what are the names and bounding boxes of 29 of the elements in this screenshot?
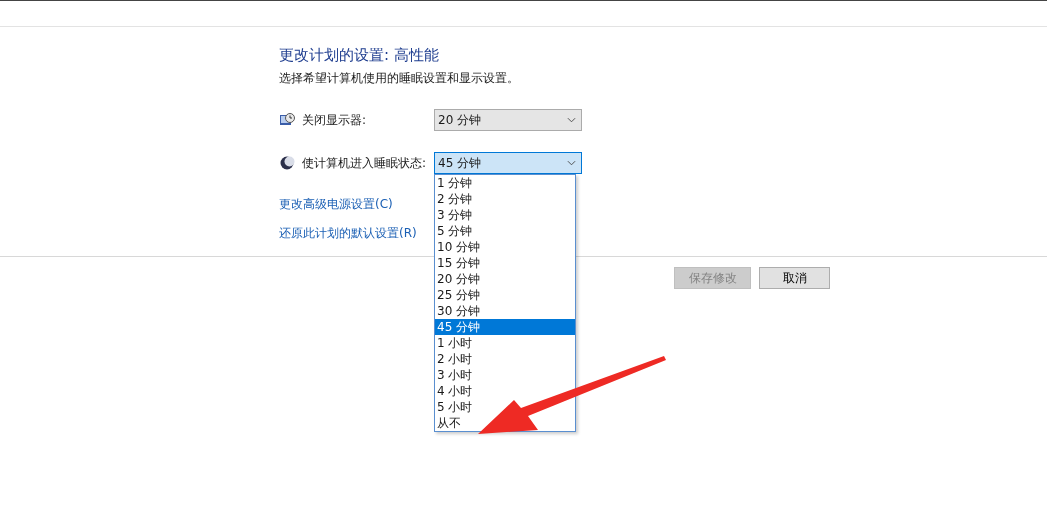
dropdown-option[interactable]: 5 分钟: [435, 223, 475, 239]
dropdown-option[interactable]: 10 分钟: [435, 239, 483, 255]
setting-label: 关闭显示器:: [302, 111, 368, 129]
settings-link[interactable]: 还原此计划的默认设置(R): [279, 225, 417, 241]
dropdown-option[interactable]: 3 分钟: [435, 207, 475, 223]
description-text: 选择希望计算机使用的睡眠设置和显示设置。: [279, 70, 520, 86]
monitor-clock-icon: [279, 112, 295, 128]
dropdown-option[interactable]: 从不: [435, 415, 463, 431]
dropdown-option[interactable]: 2 分钟: [435, 191, 475, 207]
setting-label: 使计算机进入睡眠状态:: [302, 154, 428, 172]
dropdown-option[interactable]: 2 小时: [435, 351, 475, 367]
chevron-down-icon: [567, 117, 576, 123]
dropdown-option[interactable]: 5 小时: [435, 399, 475, 415]
dialog-button[interactable]: 取消: [759, 267, 830, 289]
dropdown-option[interactable]: 30 分钟: [435, 303, 483, 319]
dropdown-option[interactable]: 1 分钟: [435, 175, 475, 191]
page-heading: 更改计划的设置: 高性能: [279, 45, 440, 65]
moon-icon: [279, 155, 295, 171]
dropdown-field[interactable]: 45 分钟: [434, 152, 582, 174]
dropdown-option[interactable]: 45 分钟: [435, 319, 575, 335]
dropdown-field[interactable]: 20 分钟: [434, 109, 582, 131]
dropdown-option[interactable]: 4 小时: [435, 383, 475, 399]
settings-link[interactable]: 更改高级电源设置(C): [279, 196, 393, 212]
dropdown-option[interactable]: 3 小时: [435, 367, 475, 383]
chevron-down-icon: [567, 160, 576, 166]
dropdown-option[interactable]: 25 分钟: [435, 287, 483, 303]
dropdown-option[interactable]: 1 小时: [435, 335, 475, 351]
dropdown-option[interactable]: 20 分钟: [435, 271, 483, 287]
dropdown-option[interactable]: 15 分钟: [435, 255, 483, 271]
